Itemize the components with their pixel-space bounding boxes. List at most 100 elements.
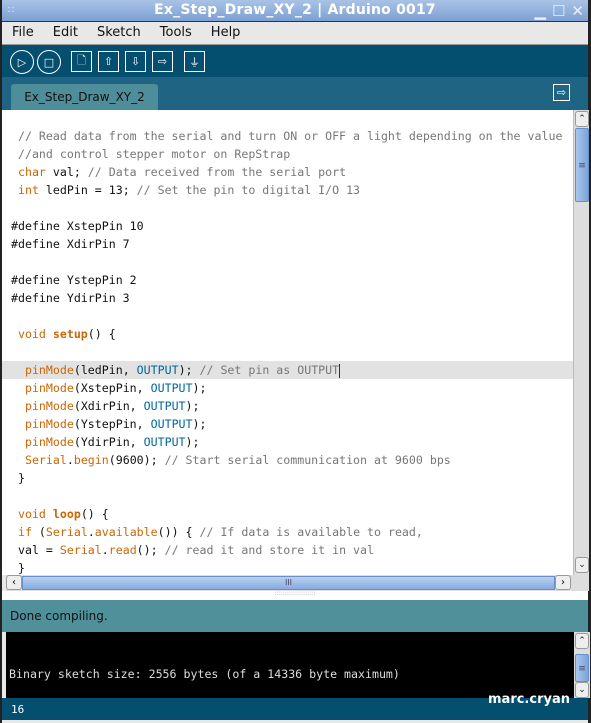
- code-line[interactable]: val = Serial.read(); // read it and stor…: [11, 541, 573, 559]
- code-line[interactable]: [11, 199, 573, 217]
- code-token: // read it and store it in val: [164, 543, 374, 557]
- horizontal-scroll-thumb[interactable]: III: [22, 576, 555, 590]
- minimize-icon[interactable]: ▁: [534, 2, 546, 20]
- code-token: // Data received from the serial port: [87, 165, 347, 179]
- new-file-icon: 🗋: [77, 54, 86, 67]
- close-icon[interactable]: ✕: [571, 2, 584, 20]
- menu-edit[interactable]: Edit: [53, 22, 78, 44]
- code-line[interactable]: int ledPin = 13; // Set the pin to digit…: [11, 181, 573, 199]
- code-editor[interactable]: // Read data from the serial and turn ON…: [2, 110, 573, 575]
- code-line[interactable]: [11, 343, 573, 361]
- new-button[interactable]: 🗋: [71, 51, 92, 72]
- editor-vertical-scrollbar[interactable]: ⌃ ≡ ⌄: [573, 110, 589, 575]
- code-text[interactable]: // Read data from the serial and turn ON…: [2, 127, 573, 575]
- code-token: () {: [80, 507, 109, 521]
- editor-horizontal-scrollbar[interactable]: ‹ III ›: [6, 575, 589, 591]
- stop-icon: □: [43, 55, 55, 69]
- code-token: OUTPUT: [143, 399, 186, 413]
- console-scroll-thumb[interactable]: ≡: [575, 654, 589, 682]
- code-line[interactable]: }: [11, 559, 573, 575]
- code-line[interactable]: // Read data from the serial and turn ON…: [11, 127, 573, 145]
- code-token: pinMode: [24, 417, 74, 431]
- code-token: OUTPUT: [136, 363, 179, 377]
- watermark: marc.cryan: [488, 692, 570, 707]
- code-line[interactable]: char val; // Data received from the seri…: [11, 163, 573, 181]
- stop-button[interactable]: □: [37, 50, 61, 74]
- scroll-left-icon[interactable]: ‹: [6, 575, 22, 590]
- code-token: // Start serial communication at 9600 bp…: [164, 453, 451, 467]
- code-token: }: [11, 471, 25, 485]
- menu-tools[interactable]: Tools: [160, 22, 192, 44]
- code-token: ();: [136, 543, 165, 557]
- code-token: #define XstepPin 10: [11, 219, 144, 233]
- code-line[interactable]: #define XstepPin 10: [11, 217, 573, 235]
- code-line[interactable]: [11, 487, 573, 505]
- code-token: // Set pin as OUTPUT: [199, 363, 340, 377]
- code-line[interactable]: [11, 307, 573, 325]
- code-line[interactable]: [11, 253, 573, 271]
- maximize-icon[interactable]: ☐: [552, 2, 565, 20]
- splitter-handle[interactable]: ::::::::::::::::::::: [2, 591, 588, 600]
- code-line[interactable]: pinMode(YstepPin, OUTPUT);: [11, 415, 573, 433]
- menu-file[interactable]: File: [12, 22, 34, 44]
- code-token: );: [185, 399, 200, 413]
- code-token: //and control stepper motor on RepStrap: [11, 147, 291, 161]
- code-token: Serial: [24, 453, 67, 467]
- code-token: #define XdirPin 7: [11, 237, 130, 251]
- code-line[interactable]: }: [11, 469, 573, 487]
- tab-sketch[interactable]: Ex_Step_Draw_XY_2: [11, 84, 158, 110]
- code-line[interactable]: pinMode(XstepPin, OUTPUT);: [11, 379, 573, 397]
- code-line[interactable]: if (Serial.available()) { // If data is …: [11, 523, 573, 541]
- code-token: begin: [73, 453, 109, 467]
- code-line[interactable]: pinMode(YdirPin, OUTPUT);: [11, 433, 573, 451]
- code-line[interactable]: pinMode(XdirPin, OUTPUT);: [11, 397, 573, 415]
- code-line[interactable]: //and control stepper motor on RepStrap: [11, 145, 573, 163]
- code-token: ledPin = 13;: [38, 183, 137, 197]
- code-token: ()) {: [157, 525, 200, 539]
- tab-menu-arrow-icon[interactable]: ⇨: [553, 84, 570, 101]
- console-scroll-up-icon[interactable]: ⌃: [575, 633, 589, 649]
- status-message: Done compiling.: [10, 609, 108, 623]
- code-line[interactable]: #define YstepPin 2: [11, 271, 573, 289]
- code-line[interactable]: void loop() {: [11, 505, 573, 523]
- code-line[interactable]: pinMode(ledPin, OUTPUT); // Set pin as O…: [2, 361, 573, 379]
- code-line[interactable]: Serial.begin(9600); // Start serial comm…: [11, 451, 573, 469]
- menu-bar: File Edit Sketch Tools Help: [2, 22, 588, 44]
- code-token: #define YstepPin 2: [11, 273, 137, 287]
- code-token: // Set the pin to digital I/O 13: [136, 183, 361, 197]
- code-token: // If data is available to read,: [199, 525, 423, 539]
- code-token: );: [192, 417, 207, 431]
- text-caret: [339, 363, 341, 378]
- save-button[interactable]: ⇩: [125, 51, 146, 72]
- title-bar: ∷ Ex_Step_Draw_XY_2 | Arduino 0017 ▁ ☐ ✕: [2, 0, 588, 22]
- arduino-window: ∷ Ex_Step_Draw_XY_2 | Arduino 0017 ▁ ☐ ✕…: [0, 0, 591, 723]
- code-line[interactable]: #define YdirPin 3: [11, 289, 573, 307]
- console-scrollbar[interactable]: ⌃ ≡ ⌄: [574, 632, 590, 698]
- verify-button[interactable]: ▷: [10, 50, 34, 74]
- console-scroll-down-icon[interactable]: ⌄: [575, 682, 589, 698]
- upload-button[interactable]: ⇨: [152, 51, 173, 72]
- code-token: val;: [45, 165, 88, 179]
- code-token: .: [101, 543, 109, 557]
- scroll-right-icon[interactable]: ›: [555, 575, 571, 590]
- download-arrow-icon: ⇩: [130, 55, 141, 68]
- code-line[interactable]: #define XdirPin 7: [11, 235, 573, 253]
- menu-sketch[interactable]: Sketch: [97, 22, 141, 44]
- code-token: (XdirPin,: [73, 399, 144, 413]
- upload-arrow-icon: ⇧: [103, 55, 114, 68]
- scroll-up-icon[interactable]: ⌃: [575, 111, 589, 127]
- scroll-down-icon[interactable]: ⌄: [575, 557, 589, 573]
- code-line[interactable]: void setup() {: [11, 325, 573, 343]
- menu-help[interactable]: Help: [211, 22, 241, 44]
- code-token: pinMode: [24, 399, 74, 413]
- serial-monitor-button[interactable]: ⏚: [184, 51, 205, 72]
- window-title: Ex_Step_Draw_XY_2 | Arduino 0017: [154, 2, 436, 18]
- open-button[interactable]: ⇧: [98, 51, 119, 72]
- code-token: (YdirPin,: [73, 435, 144, 449]
- scroll-thumb[interactable]: ≡: [575, 128, 589, 202]
